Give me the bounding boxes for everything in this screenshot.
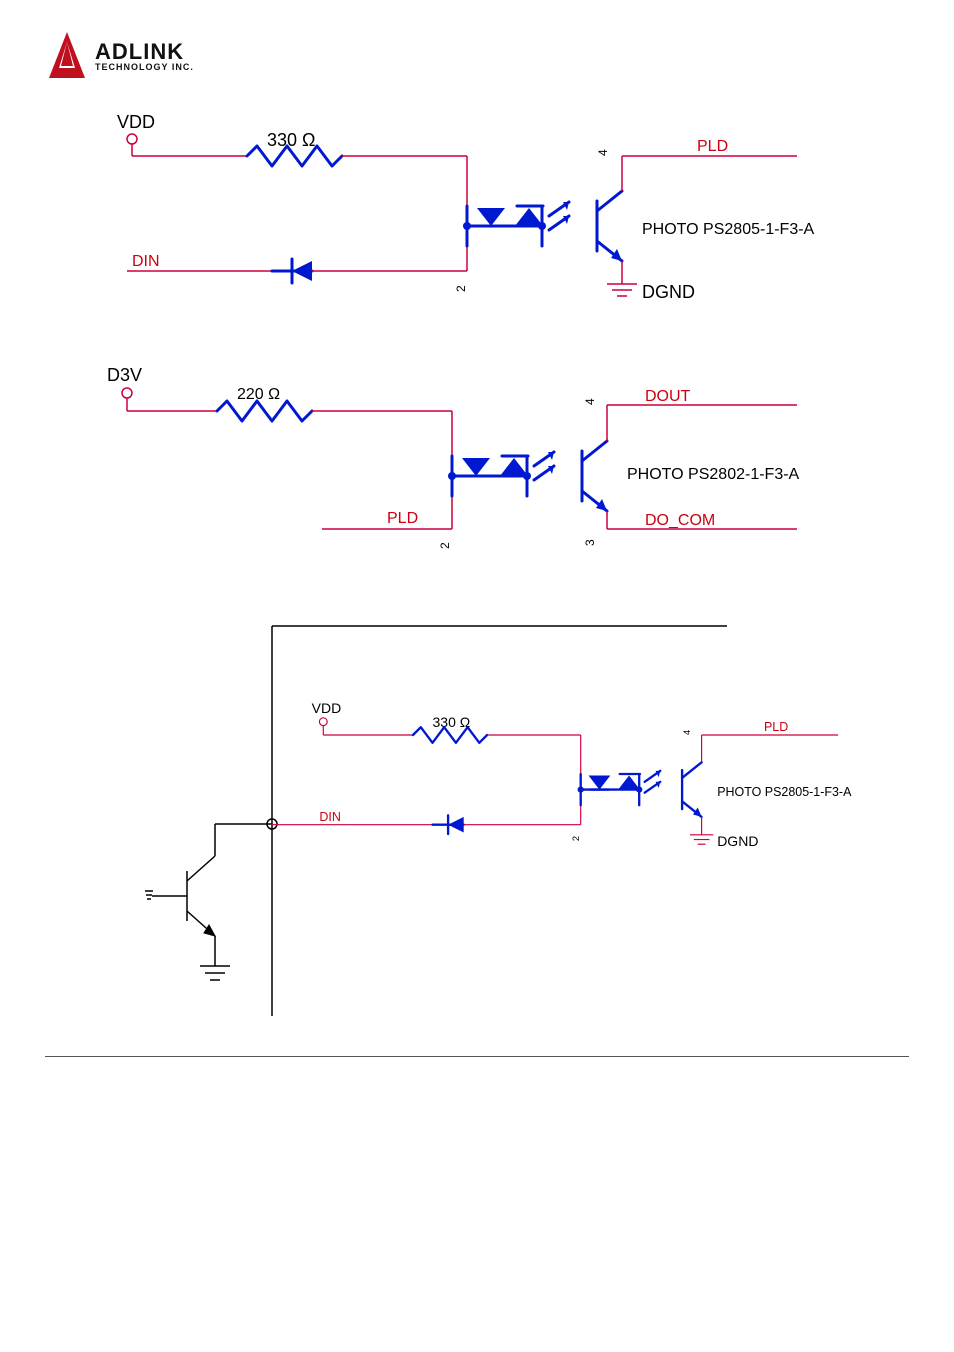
opto-transistor-icon <box>597 191 622 261</box>
logo-subtitle: TECHNOLOGY INC. <box>95 63 194 72</box>
ground-icon <box>690 835 713 844</box>
logo-text: ADLINK TECHNOLOGY INC. <box>95 41 194 72</box>
footer-rule <box>45 1056 909 1057</box>
output-bot-label: DGND <box>642 282 695 302</box>
opto-led-pair-icon <box>578 771 661 805</box>
logo-triangle-icon <box>45 30 89 82</box>
input-label: PLD <box>387 510 418 527</box>
opto-pin-c: 3 <box>583 539 597 546</box>
opto-pin-b: 4 <box>682 730 692 735</box>
output-top-label: DOUT <box>645 388 691 405</box>
opto-led-pair-icon <box>448 452 554 496</box>
opto-pin-b: 4 <box>583 398 597 405</box>
resistor-value: 330 Ω <box>267 130 316 150</box>
opto-pin-a: 2 <box>438 542 452 549</box>
opto-transistor-icon <box>582 441 607 511</box>
series-diode-icon <box>433 815 464 834</box>
external-npn-icon <box>145 856 215 936</box>
ground-icon <box>607 284 637 296</box>
output-top-label: PLD <box>697 138 728 155</box>
supply-label: D3V <box>107 365 142 385</box>
circuit-npn-din: VDD 330 Ω DIN <box>87 616 867 1016</box>
output-bot-label: DO_COM <box>645 512 715 529</box>
earth-ground-icon <box>200 966 230 980</box>
supply-label: VDD <box>312 700 342 716</box>
opto-part-label: PHOTO PS2805-1-F3-A <box>642 221 815 238</box>
circuit-din: VDD 330 Ω DIN <box>97 106 857 326</box>
resistor-value: 220 Ω <box>237 386 280 403</box>
opto-part-label: PHOTO PS2805-1-F3-A <box>717 785 852 799</box>
output-top-label: PLD <box>764 720 788 734</box>
opto-pin-b: 4 <box>596 149 610 156</box>
resistor-value: 330 Ω <box>433 714 471 730</box>
output-bot-label: DGND <box>717 833 758 849</box>
circuit-dout: D3V 220 Ω PLD <box>97 361 857 561</box>
adlink-logo: ADLINK TECHNOLOGY INC. <box>45 30 909 82</box>
supply-label: VDD <box>117 112 155 132</box>
opto-led-pair-icon <box>463 202 569 246</box>
opto-part-label: PHOTO PS2802-1-F3-A <box>627 466 800 483</box>
opto-pin-a: 2 <box>571 836 581 841</box>
logo-title: ADLINK <box>95 41 194 63</box>
opto-transistor-icon <box>682 762 702 817</box>
input-label: DIN <box>319 810 340 824</box>
opto-pin-a: 2 <box>454 285 468 292</box>
series-diode-icon <box>272 259 312 283</box>
input-label: DIN <box>132 253 160 270</box>
